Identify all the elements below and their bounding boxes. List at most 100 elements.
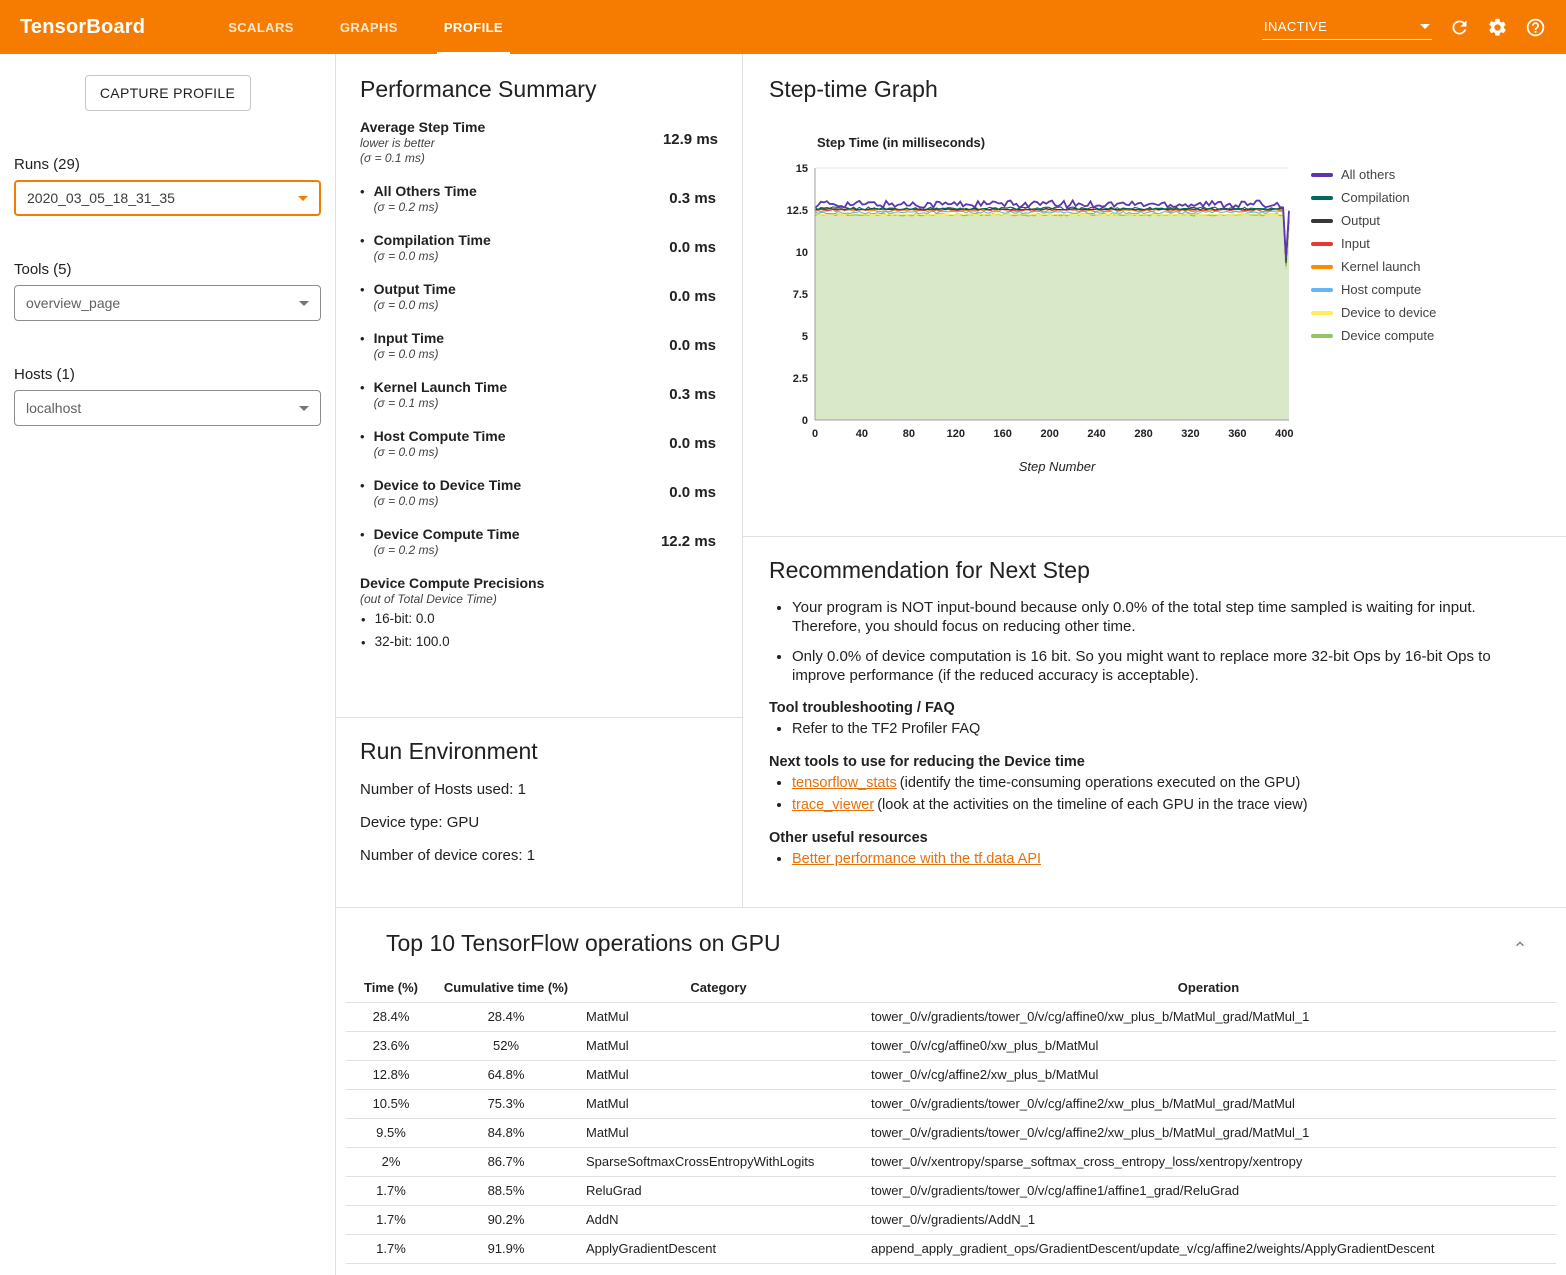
chevron-down-icon [299, 301, 309, 306]
metric-value: 0.3 ms [669, 386, 716, 403]
x-axis-label: Step Number [769, 459, 1299, 474]
col-header-cumulative: Cumulative time (%) [436, 973, 576, 1002]
tool-item: tensorflow_stats(identify the time-consu… [792, 774, 1526, 793]
settings-gear-icon[interactable] [1487, 17, 1508, 38]
svg-text:2.5: 2.5 [793, 373, 808, 385]
refresh-icon[interactable] [1449, 17, 1470, 38]
tab-scalars[interactable]: SCALARS [205, 0, 317, 54]
cell-operation: tower_0/v/gradients/AddN_1 [861, 1205, 1556, 1234]
bullet-icon: • [360, 429, 365, 459]
cell-cumulative: 90.2% [436, 1205, 576, 1234]
svg-text:360: 360 [1228, 428, 1246, 440]
cell-operation: tower_0/v/cg/affine2/xw_plus_b/MatMul [861, 1060, 1556, 1089]
cell-category: SparseSoftmaxCrossEntropyWithLogits [576, 1147, 861, 1176]
legend-swatch-icon [1311, 196, 1333, 200]
tfdata-performance-link[interactable]: Better performance with the tf.data API [792, 851, 1041, 867]
metric-sigma: (σ = 0.0 ms) [374, 347, 445, 361]
legend-swatch-icon [1311, 173, 1333, 177]
legend-label: Device to device [1341, 305, 1436, 320]
recommendation-title: Recommendation for Next Step [769, 557, 1526, 584]
hosts-label: Hosts (1) [14, 366, 321, 383]
svg-text:0: 0 [812, 428, 818, 440]
env-hosts: Number of Hosts used: 1 [360, 781, 718, 798]
device-compute-precisions: Device Compute Precisions (out of Total … [360, 575, 718, 652]
runs-label: Runs (29) [14, 156, 321, 173]
main-nav: SCALARS GRAPHS PROFILE [205, 0, 526, 54]
help-icon[interactable] [1525, 17, 1546, 38]
cell-operation: append_apply_gradient_ops/GradientDescen… [861, 1234, 1556, 1263]
tools-select[interactable]: overview_page [14, 285, 321, 321]
metric-sigma: (σ = 0.2 ms) [374, 543, 520, 557]
table-row: 23.6% 52% MatMul tower_0/v/cg/affine0/xw… [346, 1031, 1556, 1060]
metric-sigma: (σ = 0.2 ms) [374, 200, 477, 214]
cell-cumulative: 88.5% [436, 1176, 576, 1205]
precisions-title: Device Compute Precisions [360, 575, 718, 591]
run-status-select[interactable]: INACTIVE [1262, 15, 1432, 40]
tools-select-value: overview_page [26, 295, 120, 311]
metric-name: Host Compute Time [374, 428, 506, 444]
run-environment-panel: Run Environment Number of Hosts used: 1 … [336, 718, 742, 864]
svg-text:5: 5 [802, 331, 808, 343]
performance-summary-title: Performance Summary [360, 76, 718, 103]
table-row: 1.7% 88.5% ReluGrad tower_0/v/gradients/… [346, 1176, 1556, 1205]
chevron-down-icon [1420, 24, 1430, 29]
collapse-section-icon[interactable] [1508, 932, 1532, 956]
env-device-type: Device type: GPU [360, 814, 718, 831]
table-row: 2% 86.7% SparseSoftmaxCrossEntropyWithLo… [346, 1147, 1556, 1176]
cell-time: 2% [346, 1147, 436, 1176]
top-ops-panel: Top 10 TensorFlow operations on GPU Time… [336, 908, 1566, 1275]
svg-text:320: 320 [1181, 428, 1199, 440]
next-tools-section: Next tools to use for reducing the Devic… [769, 754, 1526, 815]
legend-label: Kernel launch [1341, 259, 1421, 274]
table-row: 1.7% 91.9% ApplyGradientDescent append_a… [346, 1234, 1556, 1263]
svg-text:280: 280 [1134, 428, 1152, 440]
tab-graphs[interactable]: GRAPHS [317, 0, 421, 54]
trace-viewer-link[interactable]: trace_viewer [792, 797, 874, 813]
svg-text:120: 120 [947, 428, 965, 440]
chart-title: Step Time (in milliseconds) [817, 135, 1299, 150]
cell-category: MatMul [576, 1031, 861, 1060]
cell-operation: tower_0/v/gradients/tower_0/v/cg/affine0… [861, 1002, 1556, 1031]
perf-metric-row: • Output Time (σ = 0.0 ms) 0.0 ms [360, 281, 718, 312]
svg-text:400: 400 [1275, 428, 1293, 440]
metric-value: 0.0 ms [669, 239, 716, 256]
legend-swatch-icon [1311, 311, 1333, 315]
precision-value: 32-bit: 100.0 [375, 634, 450, 652]
cell-category: MatMul [576, 1060, 861, 1089]
tab-profile[interactable]: PROFILE [421, 0, 526, 54]
metric-value: 12.2 ms [661, 533, 716, 550]
perf-metric-row: • Input Time (σ = 0.0 ms) 0.0 ms [360, 330, 718, 361]
cell-category: AddN [576, 1205, 861, 1234]
table-row: 28.4% 28.4% MatMul tower_0/v/gradients/t… [346, 1002, 1556, 1031]
bullet-icon: • [360, 380, 365, 410]
cell-operation: tower_0/v/gradients/tower_0/v/cg/affine2… [861, 1089, 1556, 1118]
cell-time: 1.7% [346, 1234, 436, 1263]
cell-operation: tower_0/v/cg/affine0/xw_plus_b/MatMul [861, 1031, 1556, 1060]
tensorflow-stats-link[interactable]: tensorflow_stats [792, 775, 897, 791]
bullet-icon: • [360, 331, 365, 361]
app-title: TensorBoard [20, 16, 145, 39]
legend-item: Kernel launch [1311, 259, 1436, 274]
tool-item-desc: (look at the activities on the timeline … [877, 797, 1307, 813]
cell-time: 1.7% [346, 1176, 436, 1205]
runs-select[interactable]: 2020_03_05_18_31_35 [14, 180, 321, 216]
table-row: 1.7% 90.2% AddN tower_0/v/gradients/AddN… [346, 1205, 1556, 1234]
metric-name: Output Time [374, 281, 456, 297]
hosts-select[interactable]: localhost [14, 390, 321, 426]
step-time-chart[interactable]: 02.557.51012.515040801201602002402803203… [769, 158, 1299, 448]
cell-cumulative: 84.8% [436, 1118, 576, 1147]
recommendation-bullet: Only 0.0% of device computation is 16 bi… [792, 647, 1526, 685]
capture-profile-button[interactable]: CAPTURE PROFILE [85, 75, 251, 111]
metric-name: Average Step Time [360, 119, 485, 135]
cell-operation: tower_0/v/gradients/tower_0/v/cg/affine1… [861, 1176, 1556, 1205]
cell-cumulative: 91.9% [436, 1234, 576, 1263]
col-header-category: Category [576, 973, 861, 1002]
cell-time: 9.5% [346, 1118, 436, 1147]
section-heading: Tool troubleshooting / FAQ [769, 700, 1526, 716]
metric-name: Compilation Time [374, 232, 491, 248]
section-heading: Other useful resources [769, 830, 1526, 846]
metric-value: 0.0 ms [669, 337, 716, 354]
cell-time: 12.8% [346, 1060, 436, 1089]
cell-time: 10.5% [346, 1089, 436, 1118]
top-ops-title: Top 10 TensorFlow operations on GPU [386, 930, 781, 957]
